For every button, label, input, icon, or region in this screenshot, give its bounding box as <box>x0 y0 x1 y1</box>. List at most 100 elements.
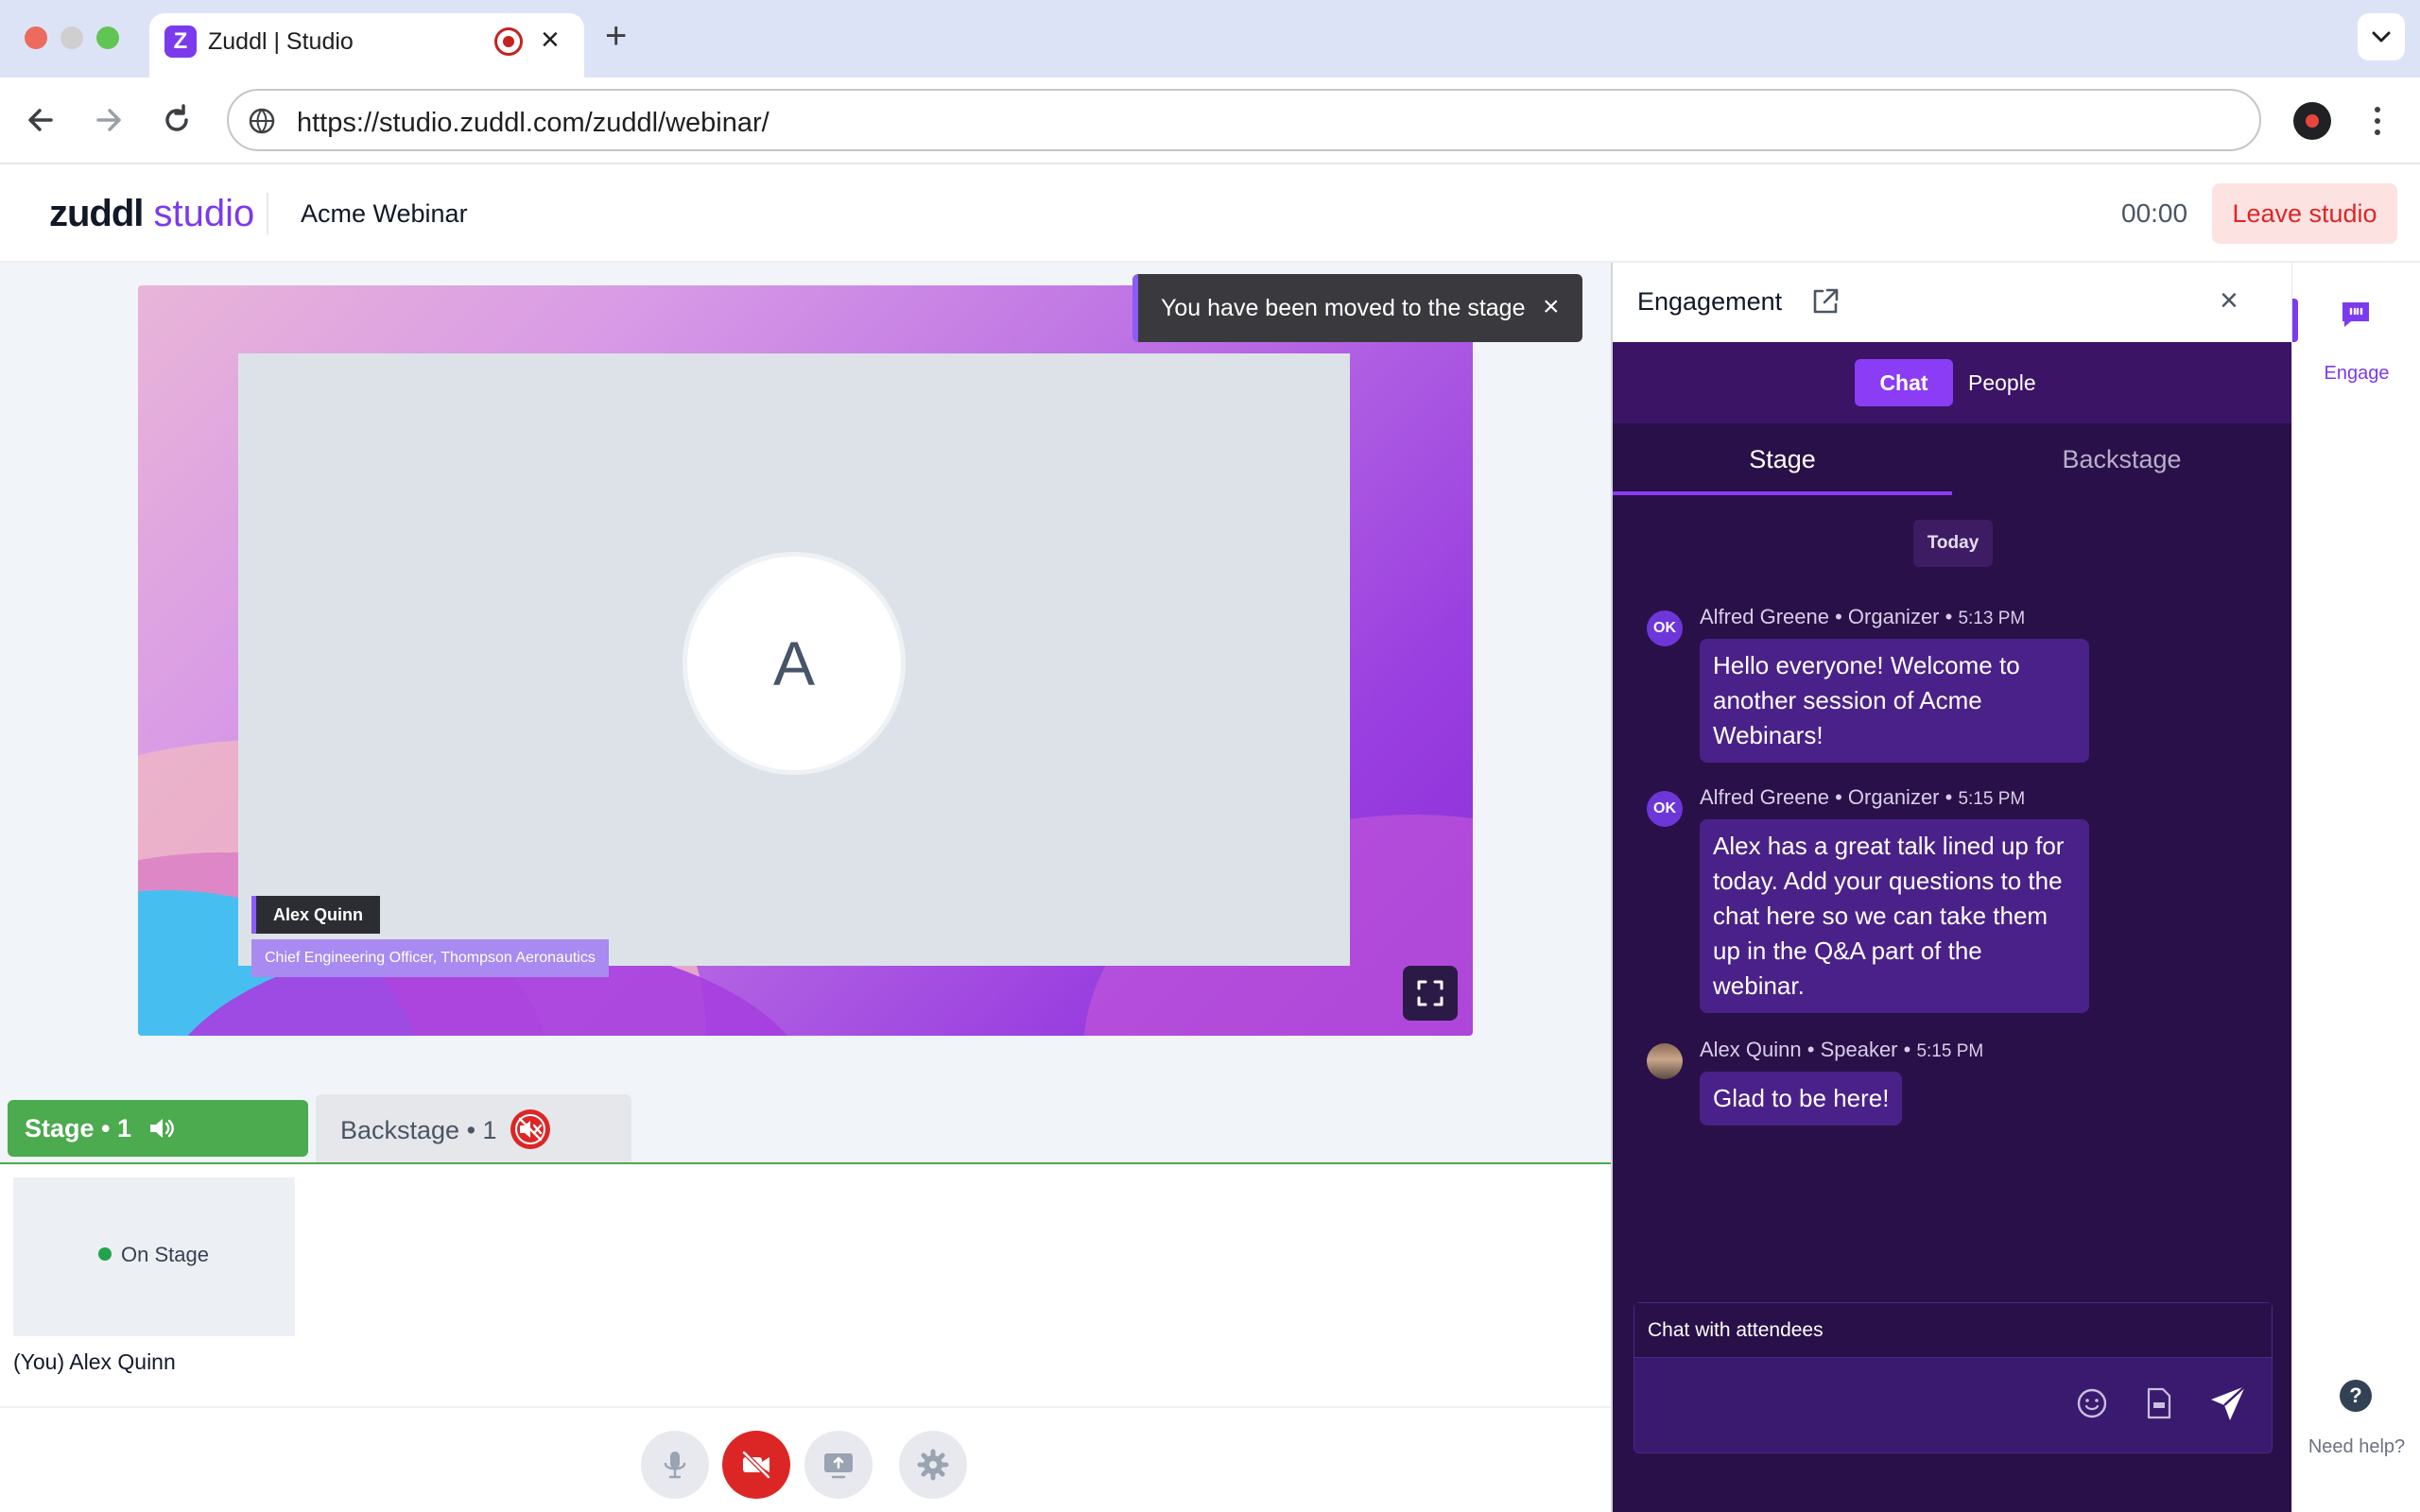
author-avatar <box>1647 1043 1683 1079</box>
message-meta: Alfred Greene • Organizer • 5:15 PM <box>1700 785 2026 809</box>
speaker-video-tile: A <box>238 353 1350 966</box>
engagement-title: Engagement <box>1637 287 1783 316</box>
settings-button[interactable] <box>899 1431 967 1499</box>
logo-suffix: studio <box>143 193 255 234</box>
popout-icon[interactable] <box>1809 285 1841 318</box>
chevron-down-icon <box>2372 31 2391 43</box>
new-tab-button[interactable]: + <box>605 15 627 57</box>
backstage-muted-icon <box>510 1109 550 1149</box>
engagement-close-icon[interactable]: × <box>2220 284 2238 318</box>
tab-chat-backstage[interactable]: Backstage <box>1952 423 2291 495</box>
right-rail: Engage ? Need help? <box>2291 263 2420 1512</box>
message-role: Speaker <box>1820 1038 1898 1061</box>
engagement-panel: Engagement × Chat People Stage Backstage… <box>1611 263 2291 1512</box>
logo-wordmark: zuddl <box>49 193 144 234</box>
speaker-on-icon <box>150 1119 174 1138</box>
screen-share-icon <box>824 1453 853 1479</box>
message-role: Organizer <box>1847 785 1940 809</box>
message-time: 5:13 PM <box>1958 609 2026 628</box>
gif-icon[interactable] <box>2145 1386 2173 1420</box>
tab-search-button[interactable] <box>2358 13 2405 60</box>
fullscreen-icon <box>1417 980 1443 1006</box>
screen-share-button[interactable] <box>804 1431 873 1499</box>
arrow-right-icon <box>96 109 121 131</box>
leave-studio-button[interactable]: Leave studio <box>2212 183 2397 244</box>
session-timer: 00:00 <box>2121 198 2188 228</box>
engage-chat-icon[interactable] <box>2340 299 2372 331</box>
message-bubble: Glad to be here! <box>1700 1072 1903 1125</box>
recording-indicator-icon <box>494 27 523 56</box>
zuddl-studio-logo: zuddl studio <box>49 191 254 236</box>
zuddl-favicon-icon: Z <box>164 26 197 58</box>
video-off-icon <box>741 1450 771 1480</box>
microphone-icon <box>664 1452 686 1479</box>
send-icon[interactable] <box>2207 1383 2249 1424</box>
more-vertical-icon <box>2375 107 2380 135</box>
message-time: 5:15 PM <box>1916 1041 1984 1061</box>
back-button[interactable] <box>15 94 66 146</box>
speaker-name-tag: Alex Quinn <box>251 896 381 934</box>
browser-menu-button[interactable] <box>2363 100 2392 142</box>
address-bar[interactable]: https://studio.zuddl.com/zuddl/webinar/ <box>227 89 2261 151</box>
engage-label[interactable]: Engage <box>2292 361 2420 386</box>
site-info-icon[interactable] <box>246 105 278 137</box>
arrow-left-icon <box>28 109 53 131</box>
browser-tab-title: Zuddl | Studio <box>208 28 354 55</box>
chat-input-placeholder: Chat with attendees <box>1648 1319 1824 1341</box>
help-icon[interactable]: ? <box>2340 1380 2372 1412</box>
message-author: Alex Quinn <box>1700 1038 1802 1061</box>
message-role: Organizer <box>1847 605 1940 628</box>
chat-input-box[interactable]: Chat with attendees <box>1634 1302 2273 1453</box>
emoji-icon[interactable] <box>2075 1386 2109 1420</box>
engagement-header: Engagement × <box>1613 263 2291 342</box>
gear-icon <box>917 1449 949 1481</box>
date-divider: Today <box>1913 520 1993 567</box>
window-close-button[interactable] <box>25 26 47 49</box>
message-author: Alfred Greene <box>1700 785 1829 809</box>
toggle-chat[interactable]: Chat <box>1855 359 1953 406</box>
reload-button[interactable] <box>151 94 202 146</box>
participant-card[interactable]: On Stage <box>13 1177 295 1336</box>
toast-close-icon[interactable]: × <box>1543 291 1560 323</box>
message-bubble: Hello everyone! Welcome to another sessi… <box>1700 639 2089 763</box>
on-stage-label: On Stage <box>121 1243 209 1266</box>
reload-icon <box>165 104 188 131</box>
window-minimize-button[interactable] <box>60 26 83 49</box>
tab-chat-stage[interactable]: Stage <box>1613 423 1952 495</box>
message-author: Alfred Greene <box>1700 605 1829 628</box>
backstage-tab-label: Backstage • 1 <box>340 1116 497 1144</box>
stage-notification-toast: You have been moved to the stage × <box>1132 274 1582 342</box>
participant-name: (You) Alex Quinn <box>13 1349 176 1374</box>
active-rail-indicator <box>2292 299 2298 342</box>
help-label[interactable]: Need help? <box>2292 1435 2420 1459</box>
on-stage-status: On Stage <box>98 1242 209 1268</box>
profile-avatar-icon[interactable] <box>2293 102 2331 140</box>
forward-button[interactable] <box>83 94 134 146</box>
speaker-avatar: A <box>683 552 906 775</box>
media-controls <box>0 1406 1611 1512</box>
participants-panel: On Stage (You) Alex Quinn <box>0 1162 1611 1406</box>
camera-toggle-button[interactable] <box>722 1431 790 1499</box>
speaker-role-tag: Chief Engineering Officer, Thompson Aero… <box>251 939 609 977</box>
author-avatar: OK <box>1647 610 1683 646</box>
message-meta: Alfred Greene • Organizer • 5:13 PM <box>1700 605 2026 628</box>
chat-input-field[interactable]: Chat with attendees <box>1634 1303 2272 1358</box>
message-time: 5:15 PM <box>1958 789 2026 809</box>
tab-stage[interactable]: Stage • 1 <box>8 1100 308 1157</box>
browser-toolbar: https://studio.zuddl.com/zuddl/webinar/ <box>0 77 2420 164</box>
browser-tab-active[interactable]: Z Zuddl | Studio × <box>149 13 584 77</box>
stage-area: A Alex Quinn Chief Engineering Officer, … <box>0 263 1611 1512</box>
speaker-muted-icon <box>515 1114 545 1144</box>
stage-tab-label: Stage • 1 <box>25 1114 131 1143</box>
toggle-people[interactable]: People <box>1968 359 2036 406</box>
author-avatar: OK <box>1647 791 1683 827</box>
fullscreen-button[interactable] <box>1403 966 1458 1021</box>
url-text: https://studio.zuddl.com/zuddl/webinar/ <box>297 108 769 138</box>
microphone-button[interactable] <box>641 1431 709 1499</box>
tab-close-icon[interactable]: × <box>541 23 560 57</box>
tab-backstage[interactable]: Backstage • 1 <box>316 1094 631 1164</box>
window-zoom-button[interactable] <box>96 26 119 49</box>
message-bubble: Alex has a great talk lined up for today… <box>1700 819 2089 1013</box>
status-dot-icon <box>98 1247 112 1261</box>
header-divider <box>267 193 268 234</box>
